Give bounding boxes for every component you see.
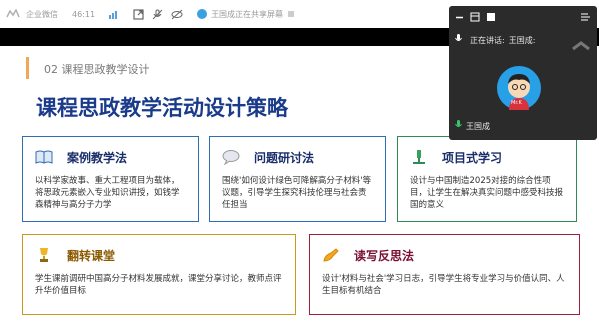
minimize-icon[interactable] <box>455 7 464 26</box>
writing-hand-icon <box>322 247 340 263</box>
card-title: 问题研讨法 <box>254 151 315 165</box>
card-project-learning: 项目式学习 设计与中国制造2025对接的综合性项目，让学生在解决真实问题中感受科… <box>397 136 577 222</box>
speaking-indicator: 正在讲话: 王国成: <box>455 34 535 46</box>
card-title: 翻转课堂 <box>67 249 116 263</box>
app-name: 企业微信 <box>26 9 58 19</box>
card-reading-reflection: 读写反思法 设计'材料与社会'学习日志，引导学生将专业学习与价值认同、人生目标有… <box>309 234 580 315</box>
section-title: 02 课程思政教学设计 <box>44 63 150 76</box>
card-flipped-classroom: 翻转课堂 学生课前调研中国高分子材料发展成就，课堂分享讨论，教师点评升华价值目标 <box>22 234 296 315</box>
more-icon[interactable] <box>287 10 295 18</box>
speaker-name: 王国成: <box>508 35 536 45</box>
card-description: 学生课前调研中国高分子材料发展成就，课堂分享讨论，教师点评升华价值目标 <box>35 274 282 296</box>
card-title: 读写反思法 <box>354 249 415 263</box>
book-icon <box>35 149 53 165</box>
overlay-toolbar <box>449 6 597 26</box>
signal-strength-icon <box>571 36 591 55</box>
expand-list-icon[interactable] <box>580 7 591 26</box>
card-title: 案例教学法 <box>67 151 128 165</box>
mic-active-icon <box>455 34 462 46</box>
card-description: 设计与中国制造2025对接的综合性项目，让学生在解决真实问题中感受科技报国的意义 <box>410 176 564 210</box>
chat-bubble-icon <box>222 149 240 166</box>
trophy-icon <box>35 247 53 263</box>
sharer-status: 王国成正在共享屏幕 <box>211 9 284 19</box>
avatar-name-row: 王国成 <box>455 120 490 132</box>
speaker-view-icon[interactable] <box>486 7 496 26</box>
hide-view-icon[interactable] <box>171 9 183 20</box>
gallery-view-icon[interactable] <box>470 7 480 26</box>
speaking-label: 正在讲话: <box>470 35 505 45</box>
call-timer: 46:11 <box>72 9 96 19</box>
slide-main-title: 课程思政教学活动设计策略 <box>36 96 288 120</box>
sharer-avatar <box>197 9 208 19</box>
share-icon[interactable] <box>133 8 144 20</box>
avatar-badge: Mr.K <box>511 100 522 106</box>
section-accent-bar <box>26 57 29 79</box>
card-title: 项目式学习 <box>442 151 503 165</box>
avatar-name: 王国成 <box>466 121 490 131</box>
card-description: 围绕'如何设计绿色可降解高分子材料'等议题，引导学生探究科技伦理与社会责任担当 <box>222 176 372 210</box>
card-description: 设计'材料与社会'学习日志，引导学生将专业学习与价值认同、人生目标有机结合 <box>322 274 565 296</box>
microscope-icon <box>410 149 428 165</box>
speaker-overlay: 正在讲话: 王国成: Mr.K 王国成 <box>449 6 597 140</box>
mic-off-icon[interactable] <box>152 9 163 20</box>
card-problem-discussion: 问题研讨法 围绕'如何设计绿色可降解高分子材料'等议题，引导学生探究科技伦理与社… <box>209 136 386 222</box>
speaker-avatar: Mr.K <box>497 66 541 110</box>
wecom-logo-icon <box>6 9 20 19</box>
card-case-teaching: 案例教学法 以科学家故事、重大工程项目为载体，将思政元素嵌入专业知识讲授，如钱学… <box>22 136 199 222</box>
card-description: 以科学家故事、重大工程项目为载体，将思政元素嵌入专业知识讲授，如钱学森精神与高分… <box>35 176 180 210</box>
signal-icon <box>109 9 119 19</box>
mic-icon <box>455 120 462 132</box>
